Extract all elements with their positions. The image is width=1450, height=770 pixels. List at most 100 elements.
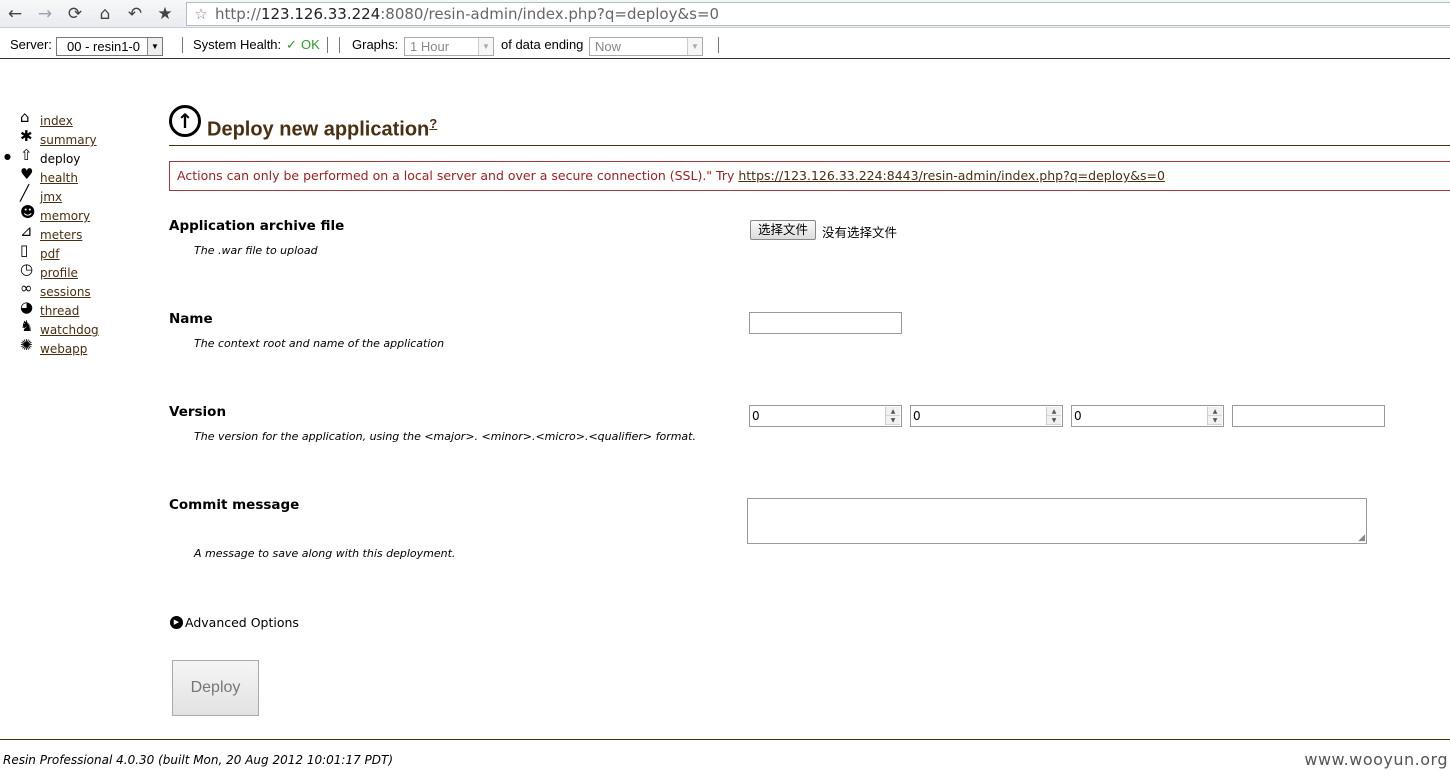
version-micro-input[interactable]: 0 ▲ ▼ bbox=[1071, 405, 1224, 427]
home-icon[interactable]: ⌂ bbox=[90, 0, 120, 28]
sidebar-item-health[interactable]: ♥ health bbox=[20, 165, 78, 184]
spin-down-icon[interactable]: ▼ bbox=[1208, 416, 1222, 425]
data-ending-select[interactable]: Now ▼ bbox=[589, 37, 703, 56]
help-link[interactable]: ? bbox=[429, 116, 437, 131]
footer-version: Resin Professional 4.0.30 (built Mon, 20… bbox=[3, 753, 394, 767]
spinner-arrows[interactable]: ▲ ▼ bbox=[1207, 407, 1222, 425]
chevron-down-icon[interactable]: ▼ bbox=[147, 38, 162, 55]
file-status: 没有选择文件 bbox=[822, 225, 898, 240]
name-input[interactable] bbox=[749, 312, 902, 334]
admin-toolbar: Server: 00 - resin1-0 ▼ System Health: ✓… bbox=[0, 33, 1450, 59]
spinner-arrows[interactable]: ▲ ▼ bbox=[885, 407, 900, 425]
back-icon[interactable]: ← bbox=[0, 0, 30, 28]
name-label: Name bbox=[169, 311, 213, 327]
version-major-value: 0 bbox=[752, 409, 760, 423]
forward-icon[interactable]: → bbox=[30, 0, 60, 28]
browser-toolbar: ← → ⟳ ⌂ ↶ ★ ☆ http://123.126.33.224:8080… bbox=[0, 0, 1450, 28]
server-label: Server: bbox=[10, 37, 52, 52]
choose-file-button[interactable]: 选择文件 bbox=[750, 220, 816, 240]
secure-url-link[interactable]: https://123.126.33.224:8443/resin-admin/… bbox=[738, 168, 1165, 183]
sidebar-item-label: pdf bbox=[40, 247, 60, 261]
sidebar-item-label: health bbox=[40, 171, 78, 185]
heart-icon: ♥ bbox=[20, 165, 34, 183]
expand-arrow-icon[interactable]: ▶ bbox=[170, 616, 183, 629]
sidebar-item-thread[interactable]: ◕ thread bbox=[20, 298, 79, 317]
chevron-down-icon[interactable]: ▼ bbox=[478, 38, 493, 55]
deploy-upload-icon: ⇧ bbox=[20, 146, 33, 164]
sidebar-item-label: meters bbox=[40, 228, 83, 242]
commit-message-textarea[interactable]: ◢ bbox=[747, 498, 1367, 544]
thread-spool-icon: ◕ bbox=[20, 298, 34, 316]
deploy-button[interactable]: Deploy bbox=[172, 660, 259, 716]
advanced-options-label: Advanced Options bbox=[185, 615, 299, 630]
toolbar-divider bbox=[327, 37, 328, 53]
sidebar-item-index[interactable]: ⌂ index bbox=[20, 108, 73, 127]
sidebar-item-webapp[interactable]: ✺ webapp bbox=[20, 336, 87, 355]
sidebar-item-label: deploy bbox=[40, 152, 81, 166]
spin-down-icon[interactable]: ▼ bbox=[1047, 416, 1061, 425]
document-icon: ▯ bbox=[20, 241, 29, 259]
link-icon: ∞ bbox=[20, 279, 33, 297]
toolbar-divider bbox=[339, 37, 340, 53]
version-micro-value: 0 bbox=[1074, 409, 1082, 423]
url-host: 123.126.33.224 bbox=[260, 5, 381, 23]
version-qualifier-input[interactable] bbox=[1232, 405, 1385, 427]
spin-down-icon[interactable]: ▼ bbox=[886, 416, 900, 425]
toolbar-divider bbox=[182, 37, 183, 53]
url-path: :8080/resin-admin/index.php?q=deploy&s=0 bbox=[380, 5, 720, 23]
sidebar-item-label: jmx bbox=[40, 190, 63, 204]
page-title-text: Deploy new application bbox=[207, 118, 430, 141]
archive-description: The .war file to upload bbox=[194, 244, 318, 257]
advanced-options-toggle[interactable]: ▶ Advanced Options bbox=[170, 615, 299, 630]
address-bar[interactable]: ☆ http://123.126.33.224:8080/resin-admin… bbox=[186, 2, 1450, 26]
sidebar-item-meters[interactable]: ⊿ meters bbox=[20, 222, 82, 241]
spin-up-icon[interactable]: ▲ bbox=[1208, 407, 1222, 416]
reload-icon[interactable]: ⟳ bbox=[60, 0, 90, 28]
sidebar-item-label: profile bbox=[40, 266, 78, 280]
graphs-label: Graphs: bbox=[352, 37, 399, 52]
name-description: The context root and name of the applica… bbox=[194, 337, 445, 350]
sidebar-item-profile[interactable]: ◷ profile bbox=[20, 260, 78, 279]
sidebar-item-label: summary bbox=[40, 133, 97, 147]
spin-up-icon[interactable]: ▲ bbox=[1047, 407, 1061, 416]
undo-icon[interactable]: ↶ bbox=[120, 0, 150, 28]
data-ending-value: Now bbox=[595, 39, 622, 54]
page-header: ↑ Deploy new application? bbox=[169, 104, 1450, 146]
summary-icon: ✱ bbox=[20, 127, 33, 145]
memory-head-icon: ☻ bbox=[20, 203, 36, 221]
watermark: www.wooyun.org bbox=[1304, 750, 1448, 769]
ssl-warning-alert: Actions can only be performed on a local… bbox=[169, 161, 1450, 191]
version-minor-input[interactable]: 0 ▲ ▼ bbox=[910, 405, 1063, 427]
sidebar-item-pdf[interactable]: ▯ pdf bbox=[20, 241, 59, 260]
footer-divider bbox=[0, 739, 1450, 740]
spin-up-icon[interactable]: ▲ bbox=[886, 407, 900, 416]
system-health-label: System Health: bbox=[193, 37, 282, 52]
sidebar-item-jmx[interactable]: ╱ jmx bbox=[20, 184, 62, 203]
alert-text: Actions can only be performed on a local… bbox=[177, 168, 739, 183]
url-scheme: http:// bbox=[215, 5, 261, 23]
sidebar-item-memory[interactable]: ☻ memory bbox=[20, 203, 90, 222]
sidebar-item-label: webapp bbox=[40, 342, 88, 356]
server-select[interactable]: 00 - resin1-0 ▼ bbox=[56, 37, 163, 56]
archive-label: Application archive file bbox=[169, 218, 345, 234]
version-label: Version bbox=[169, 404, 227, 420]
resize-grip-icon[interactable]: ◢ bbox=[1358, 532, 1365, 543]
sidebar-item-summary[interactable]: ✱ summary bbox=[20, 127, 97, 146]
sidebar-item-label: memory bbox=[40, 209, 91, 223]
web-icon: ✺ bbox=[20, 336, 33, 354]
data-ending-label: of data ending bbox=[501, 37, 584, 52]
version-major-input[interactable]: 0 ▲ ▼ bbox=[749, 405, 902, 427]
sidebar-item-label: thread bbox=[40, 304, 80, 318]
graphs-period-select[interactable]: 1 Hour ▼ bbox=[404, 37, 494, 56]
spinner-arrows[interactable]: ▲ ▼ bbox=[1046, 407, 1061, 425]
commit-label: Commit message bbox=[169, 497, 300, 513]
sidebar-item-deploy[interactable]: ⇧ deploy bbox=[20, 146, 80, 165]
sidebar-item-sessions[interactable]: ∞ sessions bbox=[20, 279, 91, 298]
sidebar-item-watchdog[interactable]: ♞ watchdog bbox=[20, 317, 99, 336]
deploy-upload-icon: ↑ bbox=[169, 105, 201, 137]
stopwatch-icon: ◷ bbox=[20, 260, 34, 278]
chevron-down-icon[interactable]: ▼ bbox=[687, 38, 702, 55]
star-outline-icon[interactable]: ☆ bbox=[187, 5, 215, 23]
bookmark-star-icon[interactable]: ★ bbox=[150, 0, 180, 28]
sidebar-item-label: index bbox=[40, 114, 73, 128]
